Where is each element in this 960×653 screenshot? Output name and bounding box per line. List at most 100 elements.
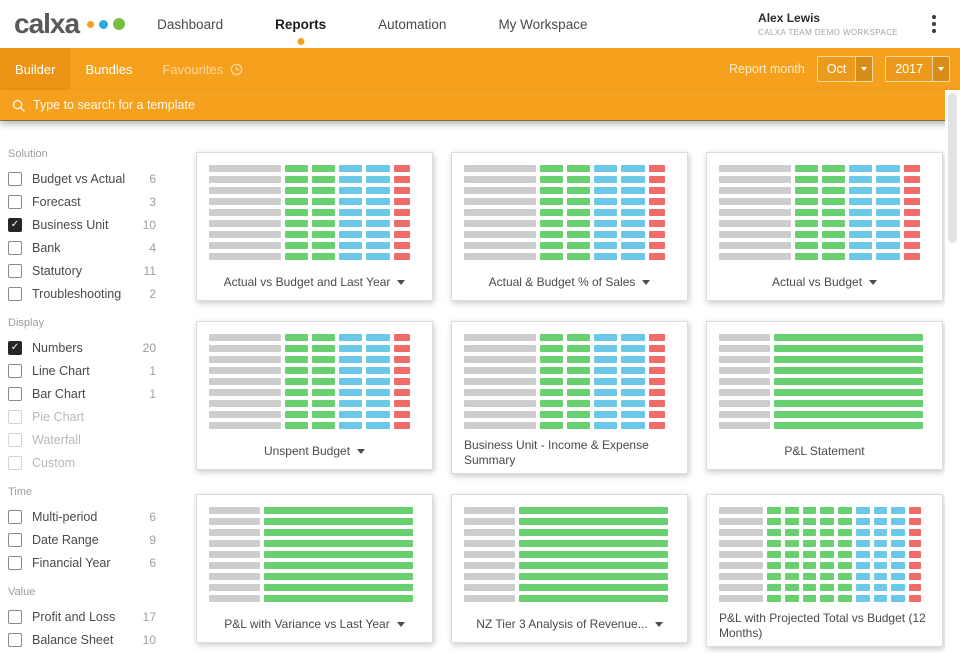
filter-date-range[interactable]: Date Range 9 xyxy=(8,528,156,551)
filter-troubleshooting[interactable]: Troubleshooting 2 xyxy=(8,282,156,305)
checkbox-multi-period[interactable] xyxy=(8,509,22,524)
year-dropdown[interactable]: 2017 xyxy=(885,56,950,82)
preview-row xyxy=(719,253,930,260)
template-card-unspent-budget[interactable]: Unspent Budget xyxy=(196,321,433,470)
filter-budget-vs-actual[interactable]: Budget vs Actual 6 xyxy=(8,167,156,190)
checkbox-financial-year[interactable] xyxy=(8,555,22,570)
template-card-business-unit-income-expense-summary[interactable]: Business Unit - Income & Expense Summary xyxy=(451,321,688,474)
preview-bar-green xyxy=(539,176,563,183)
preview-bar-blue xyxy=(891,562,905,569)
filter-multi-period[interactable]: Multi-period 6 xyxy=(8,505,156,528)
chevron-down-icon[interactable] xyxy=(869,280,878,285)
preview-row xyxy=(719,209,930,216)
filter-forecast[interactable]: Forecast 3 xyxy=(8,190,156,213)
tab-favourites[interactable]: Favourites xyxy=(147,48,258,90)
preview-bar-blue xyxy=(594,165,618,172)
preview-bar-gray xyxy=(464,242,536,249)
user-workspace: CALXA TEAM DEMO WORKSPACE xyxy=(758,28,898,37)
checkbox-budget-vs-actual[interactable] xyxy=(8,171,22,186)
preview-bar-green xyxy=(838,584,852,591)
checkbox-bar-chart[interactable] xyxy=(8,386,22,401)
filter-custom[interactable]: Custom xyxy=(8,451,156,474)
template-card-p-l-statement[interactable]: P&L Statement xyxy=(706,321,943,470)
template-card-actual-vs-budget[interactable]: Actual vs Budget xyxy=(706,152,943,301)
checkbox-statutory[interactable] xyxy=(8,263,22,278)
checkbox-profit-and-loss[interactable] xyxy=(8,609,22,624)
preview-bar-red xyxy=(903,209,921,216)
preview-row xyxy=(464,367,675,374)
checkbox-bank[interactable] xyxy=(8,240,22,255)
nav-automation[interactable]: Automation xyxy=(378,0,446,48)
preview-bar-blue xyxy=(876,165,900,172)
filter-financial-year[interactable]: Financial Year 6 xyxy=(8,551,156,574)
preview-bar-green xyxy=(785,595,799,602)
nav-reports[interactable]: Reports xyxy=(275,0,326,48)
filter-bank[interactable]: Bank 4 xyxy=(8,236,156,259)
preview-bar-gray xyxy=(209,595,260,602)
preview-row xyxy=(209,595,420,602)
preview-bar-gray xyxy=(464,378,536,385)
preview-bar-gray xyxy=(209,540,260,547)
preview-bar-green xyxy=(838,529,852,536)
template-card-p-l-with-variance-vs-last-year[interactable]: P&L with Variance vs Last Year xyxy=(196,494,433,643)
preview-bar-green xyxy=(284,220,308,227)
checkbox-line-chart[interactable] xyxy=(8,363,22,378)
preview-bar-green xyxy=(539,242,563,249)
template-preview xyxy=(209,165,420,260)
preview-bar-blue xyxy=(849,231,873,238)
chevron-down-icon[interactable] xyxy=(654,622,663,627)
chevron-down-icon[interactable] xyxy=(397,280,406,285)
nav-dashboard[interactable]: Dashboard xyxy=(157,0,223,48)
checkbox-balance-sheet[interactable] xyxy=(8,632,22,647)
checkbox-business-unit[interactable]: ✓ xyxy=(8,217,22,232)
chevron-down-icon[interactable] xyxy=(396,622,405,627)
preview-bar-blue xyxy=(621,165,645,172)
chevron-down-icon[interactable] xyxy=(357,449,366,454)
chevron-down-icon[interactable] xyxy=(855,57,873,81)
preview-bar-blue xyxy=(621,253,645,260)
calxa-logo[interactable]: calxa xyxy=(14,10,126,38)
template-card-p-l-with-projected-total-vs-budget-12-months[interactable]: P&L with Projected Total vs Budget (12 M… xyxy=(706,494,943,647)
template-card-nz-tier-3-analysis-of-revenue[interactable]: NZ Tier 3 Analysis of Revenue... xyxy=(451,494,688,643)
checkbox-custom[interactable] xyxy=(8,455,22,470)
user-info[interactable]: Alex Lewis CALXA TEAM DEMO WORKSPACE xyxy=(758,11,924,37)
template-card-actual-vs-budget-and-last-year[interactable]: Actual vs Budget and Last Year xyxy=(196,152,433,301)
kebab-menu-icon[interactable] xyxy=(924,10,944,38)
checkbox-numbers[interactable]: ✓ xyxy=(8,340,22,355)
preview-bar-green xyxy=(794,187,818,194)
tab-bundles[interactable]: Bundles xyxy=(70,48,147,90)
filter-profit-and-loss[interactable]: Profit and Loss 17 xyxy=(8,605,156,628)
scrollbar-track[interactable] xyxy=(945,90,960,653)
checkbox-date-range[interactable] xyxy=(8,532,22,547)
chevron-down-icon[interactable] xyxy=(642,280,651,285)
filter-line-chart[interactable]: Line Chart 1 xyxy=(8,359,156,382)
checkbox-pie-chart[interactable] xyxy=(8,409,22,424)
preview-bar-green xyxy=(284,231,308,238)
filter-waterfall[interactable]: Waterfall xyxy=(8,428,156,451)
preview-bar-red xyxy=(908,595,921,602)
nav-my-workspace[interactable]: My Workspace xyxy=(498,0,587,48)
preview-row xyxy=(209,231,420,238)
filter-statutory[interactable]: Statutory 11 xyxy=(8,259,156,282)
preview-row xyxy=(464,198,675,205)
preview-row xyxy=(209,540,420,547)
checkbox-forecast[interactable] xyxy=(8,194,22,209)
filter-bar-chart[interactable]: Bar Chart 1 xyxy=(8,382,156,405)
filter-numbers[interactable]: ✓ Numbers 20 xyxy=(8,336,156,359)
chevron-down-icon[interactable] xyxy=(932,57,949,81)
filter-balance-sheet[interactable]: Balance Sheet 10 xyxy=(8,628,156,651)
scrollbar-thumb[interactable] xyxy=(948,93,957,243)
template-card-actual-budget-of-sales[interactable]: Actual & Budget % of Sales xyxy=(451,152,688,301)
month-dropdown[interactable]: Oct xyxy=(816,56,874,82)
preview-bar-gray xyxy=(464,220,536,227)
preview-bar-green xyxy=(838,551,852,558)
checkbox-waterfall[interactable] xyxy=(8,432,22,447)
filter-pie-chart[interactable]: Pie Chart xyxy=(8,405,156,428)
tab-builder[interactable]: Builder xyxy=(0,48,71,90)
template-preview xyxy=(719,334,930,429)
checkbox-troubleshooting[interactable] xyxy=(8,286,22,301)
search-input[interactable] xyxy=(33,98,948,112)
preview-bar-gray xyxy=(464,595,515,602)
preview-row xyxy=(209,400,420,407)
filter-business-unit[interactable]: ✓ Business Unit 10 xyxy=(8,213,156,236)
